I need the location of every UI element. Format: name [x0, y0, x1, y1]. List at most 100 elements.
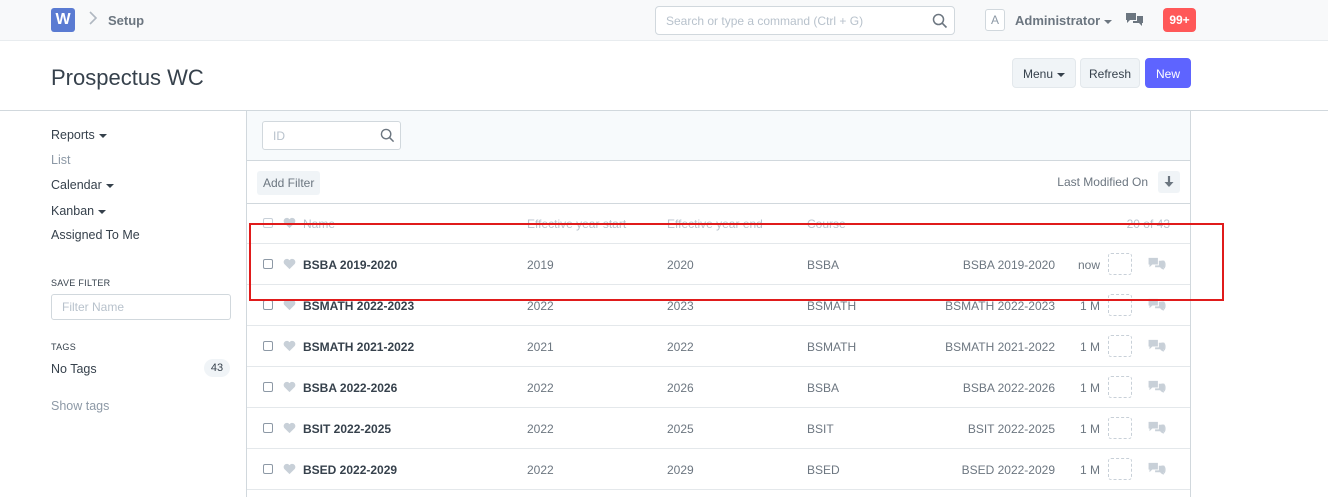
sort-selector[interactable]: Last Modified On [1057, 175, 1148, 189]
heart-icon[interactable] [283, 340, 296, 355]
sidebar-item-no-tags[interactable]: No Tags [51, 362, 97, 376]
row-modified: now [1077, 258, 1100, 272]
row-checkbox[interactable] [263, 300, 273, 310]
navbar: W Setup A Administrator 99+ [0, 0, 1328, 41]
row-start-year: 2022 [527, 463, 554, 477]
row-end-year: 2023 [667, 299, 694, 313]
row-course: BSMATH [807, 299, 857, 313]
refresh-button[interactable]: Refresh [1080, 58, 1140, 88]
list-panel: Add Filter Last Modified On Name Effecti… [246, 111, 1191, 497]
comment-count: 0 [1159, 258, 1166, 272]
filter-name-input[interactable] [52, 295, 222, 319]
row-title: BSMATH 2022-2023 [945, 299, 1055, 313]
sidebar-item-kanban[interactable]: Kanban [51, 204, 107, 218]
row-checkbox[interactable] [263, 423, 273, 433]
breadcrumb-setup[interactable]: Setup [108, 13, 144, 28]
page-head: Prospectus WC Menu Refresh New [0, 41, 1328, 111]
row-course: BSBA [807, 258, 840, 272]
row-name[interactable]: BSBA 2022-2026 [303, 381, 397, 395]
row-title: BSMATH 2021-2022 [945, 340, 1055, 354]
row-modified: 1 M [1079, 381, 1100, 395]
assign-avatar-placeholder[interactable] [1108, 458, 1132, 480]
sidebar-item-label: Kanban [51, 204, 95, 218]
row-name[interactable]: BSBA 2019-2020 [303, 258, 397, 272]
row-title: BSED 2022-2029 [961, 463, 1055, 477]
heart-icon[interactable] [283, 422, 296, 437]
search-icon [380, 128, 395, 146]
search-icon [932, 13, 948, 32]
row-checkbox[interactable] [263, 341, 273, 351]
tags-label: TAGS [51, 342, 77, 352]
chat-icon[interactable] [1126, 12, 1143, 30]
menu-button-label: Menu [1022, 67, 1054, 81]
row-start-year: 2022 [527, 422, 554, 436]
list-item[interactable]: BSBA 2019-2020 2019 2020 BSBA BSBA 2019-… [247, 244, 1190, 285]
column-header-start: Effective year start [527, 217, 627, 231]
id-filter-field[interactable] [262, 121, 401, 150]
row-end-year: 2022 [667, 340, 694, 354]
sidebar-item-list[interactable]: List [51, 153, 70, 167]
assign-avatar-placeholder[interactable] [1108, 417, 1132, 439]
add-filter-button[interactable]: Add Filter [257, 171, 321, 195]
heart-icon[interactable] [283, 463, 296, 478]
row-title: BSBA 2022-2026 [962, 381, 1055, 395]
assign-avatar-placeholder[interactable] [1108, 335, 1132, 357]
sidebar-item-label: Calendar [51, 178, 102, 192]
heart-icon[interactable] [283, 299, 296, 314]
list-item[interactable]: BSMATH 2022-2023 2022 2023 BSMATH BSMATH… [247, 285, 1190, 326]
menu-button[interactable]: Menu [1012, 58, 1076, 88]
row-checkbox[interactable] [263, 382, 273, 392]
caret-down-icon [1104, 19, 1113, 24]
standard-filter-area [247, 111, 1190, 161]
list-header-row: Name Effective year start Effective year… [247, 204, 1190, 244]
list-item[interactable]: BSED 2022-2029 2022 2029 BSED BSED 2022-… [247, 449, 1190, 490]
list-item[interactable]: BSMATH 2021-2022 2021 2022 BSMATH BSMATH… [247, 326, 1190, 367]
awesome-bar[interactable] [655, 6, 955, 35]
search-input[interactable] [656, 7, 916, 34]
assign-avatar-placeholder[interactable] [1108, 253, 1132, 275]
row-name[interactable]: BSIT 2022-2025 [303, 422, 391, 436]
id-filter-input[interactable] [263, 122, 373, 149]
heart-icon[interactable] [283, 258, 296, 273]
column-header-course: Course [807, 217, 846, 231]
caret-down-icon [105, 183, 114, 188]
sort-order-button[interactable] [1158, 171, 1180, 193]
notifications-badge[interactable]: 99+ [1163, 8, 1196, 32]
save-filter-label: SAVE FILTER [51, 278, 111, 288]
list-item[interactable]: BSBA 2022-2026 2022 2026 BSBA BSBA 2022-… [247, 367, 1190, 408]
avatar[interactable]: A [985, 9, 1005, 31]
user-name: Administrator [1015, 13, 1101, 28]
row-title: BSBA 2019-2020 [962, 258, 1055, 272]
row-name[interactable]: BSMATH 2021-2022 [303, 340, 414, 354]
row-checkbox[interactable] [263, 464, 273, 474]
column-header-end: Effective year end [667, 217, 763, 231]
row-end-year: 2020 [667, 258, 694, 272]
assign-avatar-placeholder[interactable] [1108, 376, 1132, 398]
filter-bar: Add Filter Last Modified On [247, 161, 1190, 204]
user-menu[interactable]: Administrator [1015, 13, 1113, 28]
assign-avatar-placeholder[interactable] [1108, 294, 1132, 316]
sidebar-item-reports[interactable]: Reports [51, 128, 107, 142]
comment-count: 0 [1159, 422, 1166, 436]
column-header-name[interactable]: Name [303, 217, 335, 231]
list-item[interactable]: BSIT 2022-2025 2022 2025 BSIT BSIT 2022-… [247, 408, 1190, 449]
heart-icon[interactable] [283, 381, 296, 396]
sidebar-item-calendar[interactable]: Calendar [51, 178, 114, 192]
row-modified: 1 M [1079, 463, 1100, 477]
show-tags-link[interactable]: Show tags [51, 399, 109, 413]
app-logo[interactable]: W [51, 8, 75, 32]
row-name[interactable]: BSED 2022-2029 [303, 463, 397, 477]
select-all-checkbox[interactable] [263, 218, 273, 228]
comment-count: 0 [1159, 463, 1166, 477]
row-start-year: 2021 [527, 340, 554, 354]
row-end-year: 2026 [667, 381, 694, 395]
row-checkbox[interactable] [263, 259, 273, 269]
caret-down-icon [98, 133, 107, 138]
filter-name-field[interactable] [51, 294, 231, 320]
sidebar-item-assigned-to-me[interactable]: Assigned To Me [51, 228, 140, 242]
arrow-down-icon [1164, 176, 1174, 187]
row-name[interactable]: BSMATH 2022-2023 [303, 299, 414, 313]
new-button[interactable]: New [1145, 58, 1191, 88]
caret-down-icon [98, 209, 107, 214]
row-start-year: 2022 [527, 381, 554, 395]
